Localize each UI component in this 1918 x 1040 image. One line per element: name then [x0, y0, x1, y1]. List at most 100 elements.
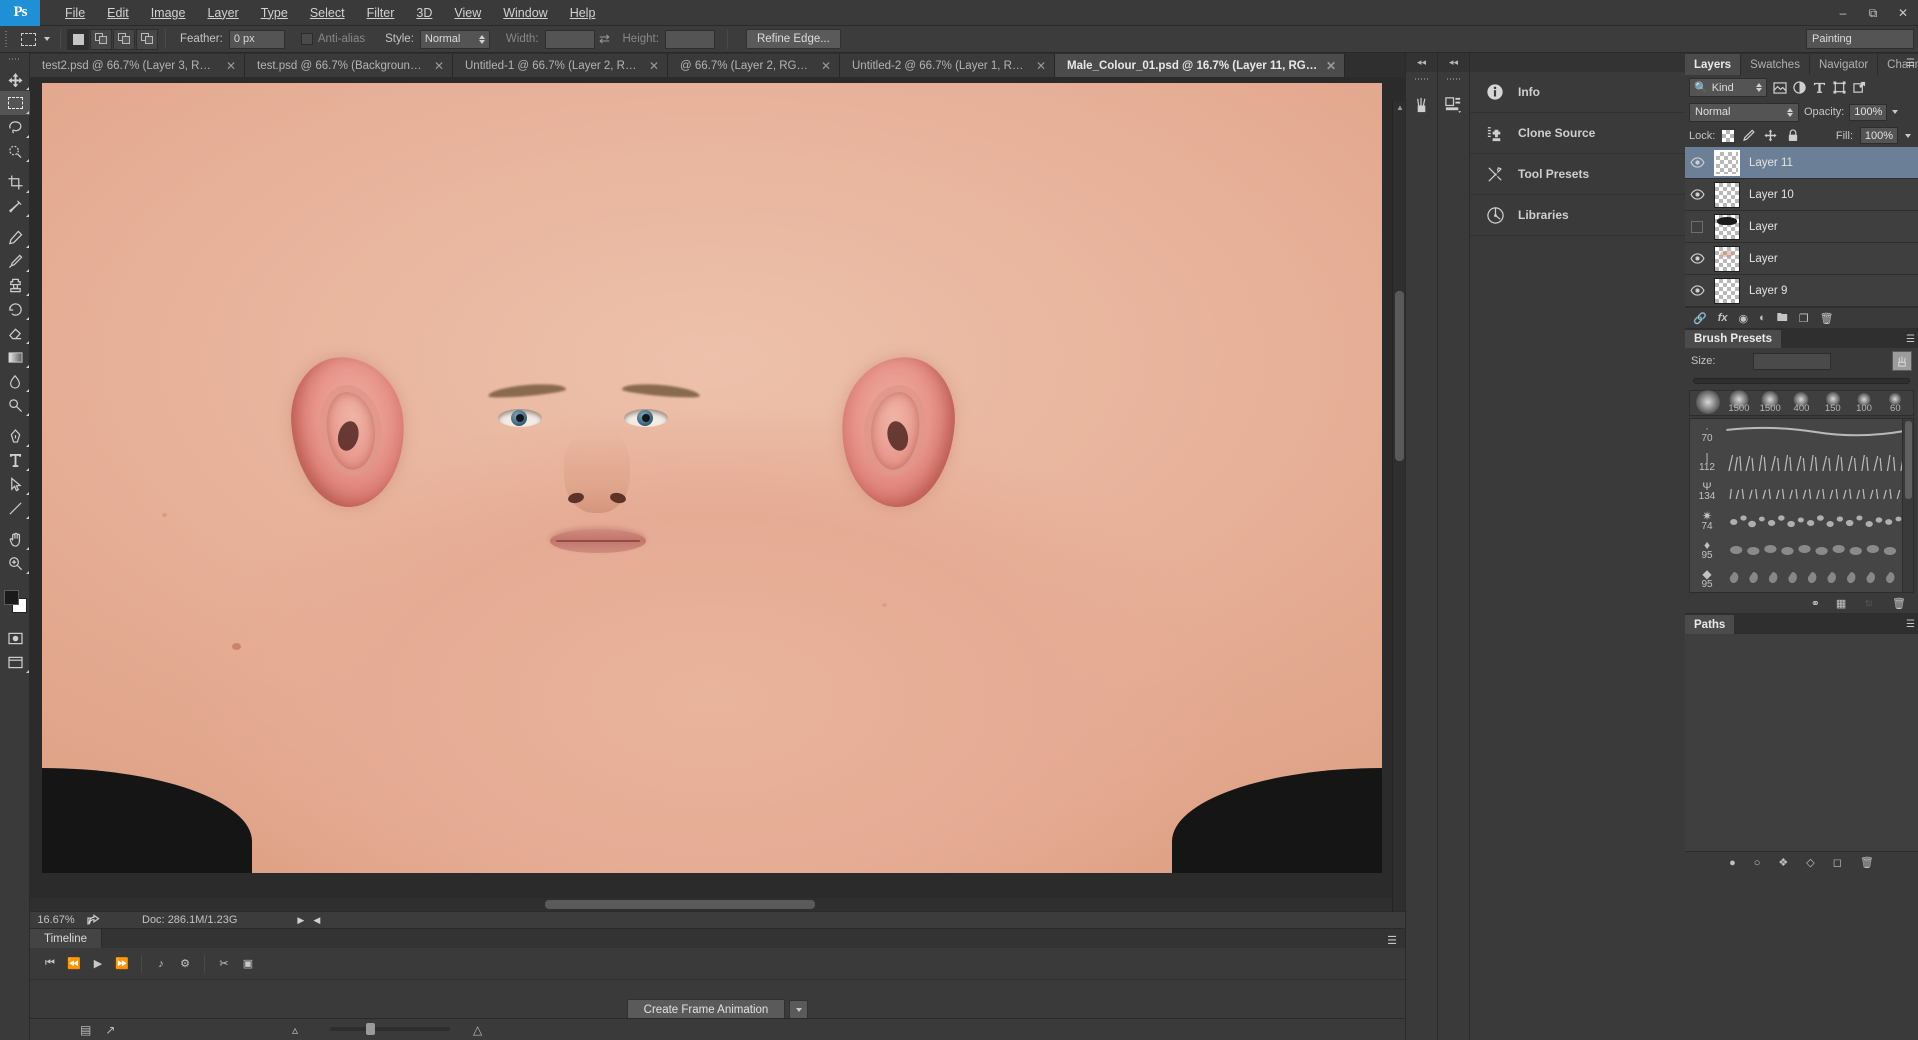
brush-preset-cell[interactable]: 1500 [1755, 389, 1786, 415]
link-layers-icon[interactable]: 🔗 [1693, 312, 1707, 325]
3d-panel-icon[interactable] [1438, 84, 1469, 124]
brush-preset-cell[interactable]: 1500 [1723, 389, 1754, 415]
dock-grip[interactable] [1414, 75, 1429, 84]
paths-list[interactable] [1685, 634, 1918, 851]
layer-thumbnail[interactable] [1709, 277, 1745, 304]
menu-3d[interactable]: 3D [405, 2, 443, 24]
close-icon[interactable]: ✕ [434, 60, 444, 72]
frame-view-icon[interactable]: ▤ [80, 1023, 91, 1037]
table-row[interactable]: Layer 11 [1685, 147, 1918, 179]
layer-style-icon[interactable]: fx [1718, 312, 1728, 324]
lock-image-pixels-icon[interactable] [1741, 129, 1756, 142]
tab-swatches[interactable]: Swatches [1741, 54, 1810, 75]
scroll-thumb[interactable] [1905, 421, 1912, 499]
anti-alias-checkbox[interactable] [300, 33, 313, 45]
load-selection-icon[interactable]: ❖ [1778, 856, 1788, 869]
slider-knob[interactable] [366, 1023, 375, 1035]
shape-filter-icon[interactable] [1832, 81, 1847, 94]
settings-gear-icon[interactable]: ⚙ [173, 952, 197, 976]
fill-path-icon[interactable]: ● [1729, 857, 1736, 869]
list-item[interactable]: ♦ 95 [1690, 535, 1913, 564]
scroll-thumb[interactable] [545, 900, 815, 909]
history-brush-tool[interactable] [0, 297, 30, 321]
brush-preset-cell[interactable]: 150 [1817, 389, 1848, 415]
refine-edge-button[interactable]: Refine Edge... [745, 29, 841, 49]
toolbox-grip[interactable] [8, 55, 21, 65]
move-tool[interactable] [0, 67, 30, 91]
scroll-thumb[interactable] [1395, 291, 1404, 461]
layer-name[interactable]: Layer 9 [1745, 285, 1787, 297]
document-tab-4[interactable]: Untitled-2 @ 66.7% (Layer 1, RGB... ✕ [840, 54, 1055, 77]
brush-preset-cell[interactable] [1692, 389, 1723, 415]
menu-window[interactable]: Window [492, 2, 558, 24]
layer-mask-icon[interactable]: ◉ [1738, 312, 1748, 325]
make-work-path-icon[interactable]: ◇ [1806, 856, 1814, 869]
layer-visibility-toggle[interactable] [1685, 253, 1709, 264]
zoom-out-icon[interactable]: ▵ [292, 1023, 298, 1037]
menu-filter[interactable]: Filter [356, 2, 406, 24]
lock-all-icon[interactable] [1785, 129, 1800, 142]
table-row[interactable]: Layer [1685, 211, 1918, 243]
brush-tool[interactable] [0, 249, 30, 273]
layer-visibility-toggle[interactable] [1685, 157, 1709, 168]
close-icon[interactable]: ✕ [226, 60, 236, 72]
next-frame-button[interactable]: ⏩ [110, 952, 134, 976]
close-button[interactable]: ✕ [1888, 0, 1918, 26]
line-tool[interactable] [0, 496, 30, 520]
convert-timeline-icon[interactable]: ↗ [105, 1023, 115, 1037]
pixel-filter-icon[interactable] [1772, 81, 1787, 94]
delete-layer-icon[interactable]: 🗑 [1820, 312, 1834, 325]
feather-input[interactable]: 0 px [228, 29, 285, 49]
canvas-image[interactable] [42, 83, 1382, 873]
panel-item-libraries[interactable]: Libraries [1470, 195, 1685, 236]
list-item[interactable]: ◆ 95 [1690, 564, 1913, 592]
height-input[interactable] [664, 29, 715, 49]
document-tab-3[interactable]: @ 66.7% (Layer 2, RGB/... ✕ [668, 54, 840, 77]
play-button[interactable]: ▶ [86, 952, 110, 976]
lock-transparent-pixels-icon[interactable] [1722, 129, 1735, 142]
document-tab-5-active[interactable]: Male_Colour_01.psd @ 16.7% (Layer 11, RG… [1055, 54, 1345, 77]
pen-tool[interactable] [0, 424, 30, 448]
layer-name[interactable]: Layer [1745, 253, 1778, 265]
delete-path-icon[interactable]: 🗑 [1860, 856, 1874, 869]
horizontal-type-tool[interactable] [0, 448, 30, 472]
crop-tool[interactable] [0, 170, 30, 194]
panel-menu-icon[interactable]: ☰ [1387, 934, 1397, 947]
swap-dimensions-icon[interactable]: ⇄ [595, 31, 615, 47]
adjustment-filter-icon[interactable] [1792, 81, 1807, 94]
close-icon[interactable]: ✕ [821, 60, 831, 72]
menu-edit[interactable]: Edit [96, 2, 140, 24]
options-bar-grip[interactable] [3, 29, 11, 49]
menu-type[interactable]: Type [250, 2, 299, 24]
zoom-in-icon[interactable]: △ [473, 1023, 482, 1037]
go-to-first-frame-button[interactable]: ⏮ [38, 952, 62, 976]
screen-mode-toggle[interactable] [0, 650, 30, 674]
eyedropper-tool[interactable] [0, 194, 30, 218]
gradient-tool[interactable] [0, 345, 30, 369]
scroll-up-icon[interactable]: ▲ [1396, 103, 1404, 112]
new-layer-icon[interactable]: ❐ [1799, 312, 1809, 325]
document-tab-1[interactable]: test.psd @ 66.7% (Background, R... ✕ [245, 54, 453, 77]
foreground-color-swatch[interactable] [4, 590, 19, 605]
split-clip-icon[interactable]: ✂ [212, 952, 236, 976]
toggle-brush-icon[interactable]: ⚭ [1811, 597, 1820, 610]
status-collapse-icon[interactable]: ◀ [313, 915, 320, 926]
table-row[interactable]: Layer 9 [1685, 275, 1918, 307]
document-tab-0[interactable]: test2.psd @ 66.7% (Layer 3, RGB/... ✕ [30, 54, 245, 77]
layer-name[interactable]: Layer [1745, 221, 1778, 233]
foreground-background-color[interactable] [0, 588, 30, 616]
menu-image[interactable]: Image [140, 2, 197, 24]
restore-button[interactable]: ⧉ [1858, 0, 1888, 26]
tab-layers[interactable]: Layers [1685, 54, 1742, 75]
audio-mute-icon[interactable]: ♪ [149, 952, 173, 976]
list-item[interactable]: Ψ 134 [1690, 477, 1913, 506]
panel-item-info[interactable]: Info [1470, 72, 1685, 113]
layer-filter-kind-select[interactable]: 🔍 Kind [1689, 78, 1767, 97]
layer-thumbnail[interactable] [1709, 181, 1745, 208]
stroke-path-icon[interactable]: ○ [1754, 857, 1761, 869]
new-path-icon[interactable]: ◻ [1833, 856, 1842, 869]
panel-item-tool-presets[interactable]: Tool Presets [1470, 154, 1685, 195]
brush-preset-cell[interactable]: 60 [1880, 389, 1911, 415]
delete-brush-icon[interactable]: 🗑 [1892, 597, 1906, 610]
brush-size-input[interactable] [1753, 352, 1832, 370]
